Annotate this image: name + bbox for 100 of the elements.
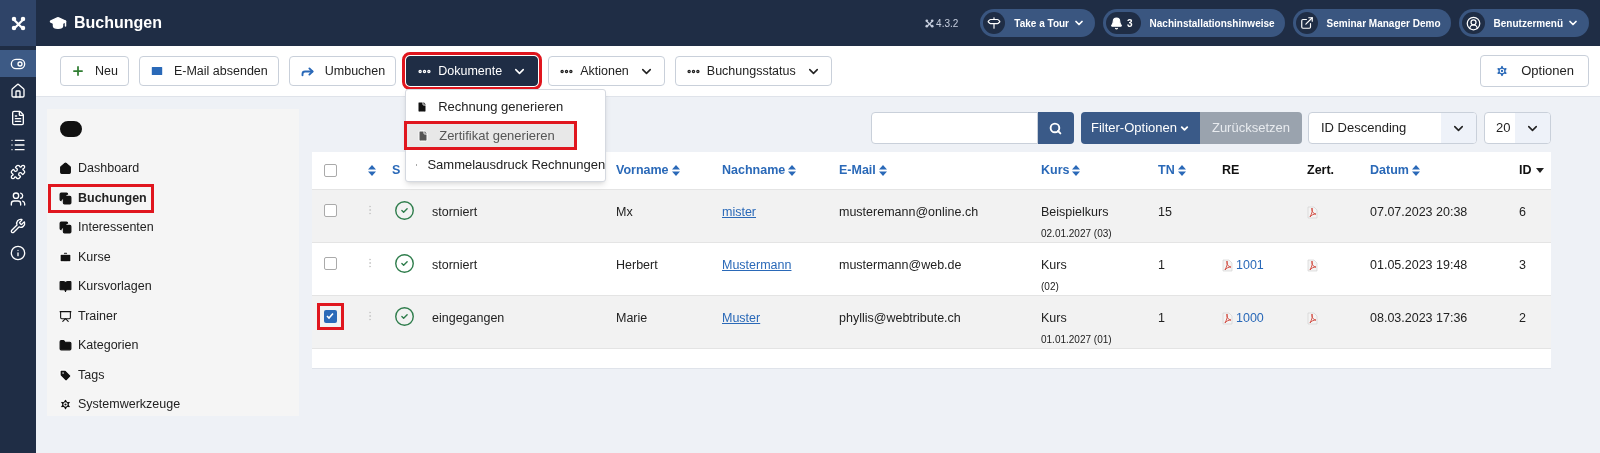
course-date: (02): [1041, 279, 1060, 294]
info-icon: [10, 244, 26, 261]
sort-icon: [1411, 165, 1420, 176]
logo-icon: [10, 15, 26, 31]
header-button[interactable]: Take a Tour: [980, 9, 1095, 37]
sidebar-item[interactable]: Interessenten: [59, 213, 299, 243]
dropdown-button[interactable]: Buchungsstatus: [674, 56, 832, 86]
participants-count: 1: [1158, 311, 1165, 325]
column-header: Zert.: [1307, 162, 1335, 180]
toolbar-button[interactable]: Neu: [60, 56, 129, 86]
booking-id: 3: [1519, 258, 1526, 272]
column-header[interactable]: S: [392, 161, 401, 180]
home-icon: [59, 162, 72, 176]
external-link-icon: [1299, 16, 1314, 30]
column-header[interactable]: Nachname: [722, 161, 797, 180]
booking-id: 2: [1519, 311, 1526, 325]
first-name: Herbert: [616, 258, 658, 272]
participants-count: 1: [1158, 258, 1165, 272]
status-text: eingegangen: [432, 311, 505, 325]
toolbar-button[interactable]: Umbuchen: [288, 56, 397, 86]
booking-id: 6: [1519, 205, 1526, 219]
invoice-link[interactable]: 1000: [1236, 309, 1264, 328]
column-header: RE: [1222, 162, 1240, 180]
pdf-icon: [1222, 311, 1233, 325]
column-header[interactable]: E-Mail: [839, 161, 887, 180]
booking-date: 08.03.2023 17:36: [1370, 311, 1468, 325]
sidebar-item[interactable]: Kursvorlagen: [59, 272, 299, 302]
checkbox[interactable]: [323, 309, 337, 323]
tag-icon: [59, 368, 72, 382]
toolbar-button[interactable]: E-Mail absenden: [138, 56, 279, 86]
sidebar-item[interactable]: Systemwerkzeuge: [59, 390, 299, 420]
status-text: storniert: [432, 205, 478, 219]
folder-icon: [59, 339, 72, 353]
sidebar-item[interactable]: Tags: [59, 360, 299, 390]
search-field[interactable]: [870, 112, 1038, 144]
graduation-cap-icon: [49, 14, 67, 32]
participants-count: 15: [1158, 205, 1172, 219]
sidebar-item[interactable]: Trainer: [59, 301, 299, 331]
menu-item[interactable]: Rechnung generieren: [406, 92, 606, 121]
menu-item[interactable]: Zertifikat generieren: [404, 121, 578, 150]
column-header[interactable]: Kurs: [1041, 161, 1081, 180]
bell-icon: [1110, 16, 1123, 30]
copy-icon: [59, 221, 72, 235]
first-name: Marie: [616, 311, 648, 325]
version-label: 4.3.2: [936, 16, 959, 31]
check-icon: [326, 312, 334, 320]
limit-select[interactable]: 20: [1484, 112, 1551, 144]
briefcase-icon: [59, 250, 72, 264]
header-button[interactable]: Seminar Manager Demo: [1292, 9, 1451, 37]
header-button[interactable]: 3 Nachinstallationshinweise: [1103, 9, 1285, 37]
puzzle-icon: [10, 163, 26, 180]
column-header: ID: [1519, 161, 1544, 180]
course-date: 02.01.2027 (03): [1041, 226, 1113, 241]
gear-icon: [59, 398, 72, 412]
last-name-link[interactable]: mister: [722, 205, 757, 219]
booking-date: 01.05.2023 19:48: [1370, 258, 1468, 272]
course-date: 01.01.2027 (01): [1041, 332, 1113, 347]
column-header[interactable]: Datum: [1370, 161, 1420, 180]
copy-icon: [59, 191, 72, 205]
sort-icon: [1177, 165, 1186, 176]
rail-item[interactable]: [0, 50, 36, 77]
settings-icon: [1495, 64, 1510, 78]
notification-count: 3: [1127, 16, 1134, 31]
course-name: Beispielkurs: [1041, 204, 1110, 221]
column-header[interactable]: Vorname: [616, 161, 680, 180]
sort-select[interactable]: ID Descending: [1308, 112, 1477, 144]
course-name: Kurs: [1041, 310, 1068, 327]
presentation-icon: [59, 309, 72, 323]
checkbox[interactable]: [323, 164, 337, 177]
page-title: Buchungen: [74, 13, 162, 33]
wrench-icon: [10, 217, 26, 234]
email-text: phyllis@webtribute.ch: [839, 311, 961, 325]
column-header[interactable]: TN: [1158, 161, 1186, 180]
email-text: musteremann@online.ch: [839, 205, 979, 219]
checkbox[interactable]: [323, 256, 337, 270]
last-name-link[interactable]: Muster: [722, 311, 761, 325]
joomla-icon: [925, 18, 935, 28]
status-text: storniert: [432, 258, 478, 272]
dropdown-button[interactable]: Aktionen: [548, 56, 665, 86]
home-icon: [10, 82, 26, 99]
signpost-icon: [987, 16, 1002, 30]
sidebar-item[interactable]: Kurse: [59, 242, 299, 272]
options-button[interactable]: Optionen: [1480, 55, 1589, 87]
last-name-link[interactable]: Mustermann: [722, 258, 792, 272]
user-icon: [1465, 15, 1481, 31]
filter-options-button[interactable]: Filter-Optionen: [1080, 112, 1200, 144]
sort-icon: [367, 165, 376, 176]
sidebar-item[interactable]: Kategorien: [59, 331, 299, 361]
sort-icon: [671, 165, 680, 176]
sort-desc-icon: [1535, 168, 1544, 173]
search-button[interactable]: [1037, 112, 1074, 144]
header-button[interactable]: Benutzermenü: [1458, 9, 1589, 37]
checkbox[interactable]: [323, 203, 337, 217]
booking-date: 07.07.2023 20:38: [1370, 205, 1468, 219]
sidebar-item[interactable]: Dashboard: [59, 154, 299, 184]
sidebar-item[interactable]: Buchungen: [48, 183, 154, 213]
invoice-link[interactable]: 1001: [1236, 256, 1264, 275]
email-text: mustermann@web.de: [839, 258, 962, 272]
users-icon: [10, 190, 26, 207]
menu-item[interactable]: Sammelausdruck Rechnungen: [406, 150, 606, 179]
